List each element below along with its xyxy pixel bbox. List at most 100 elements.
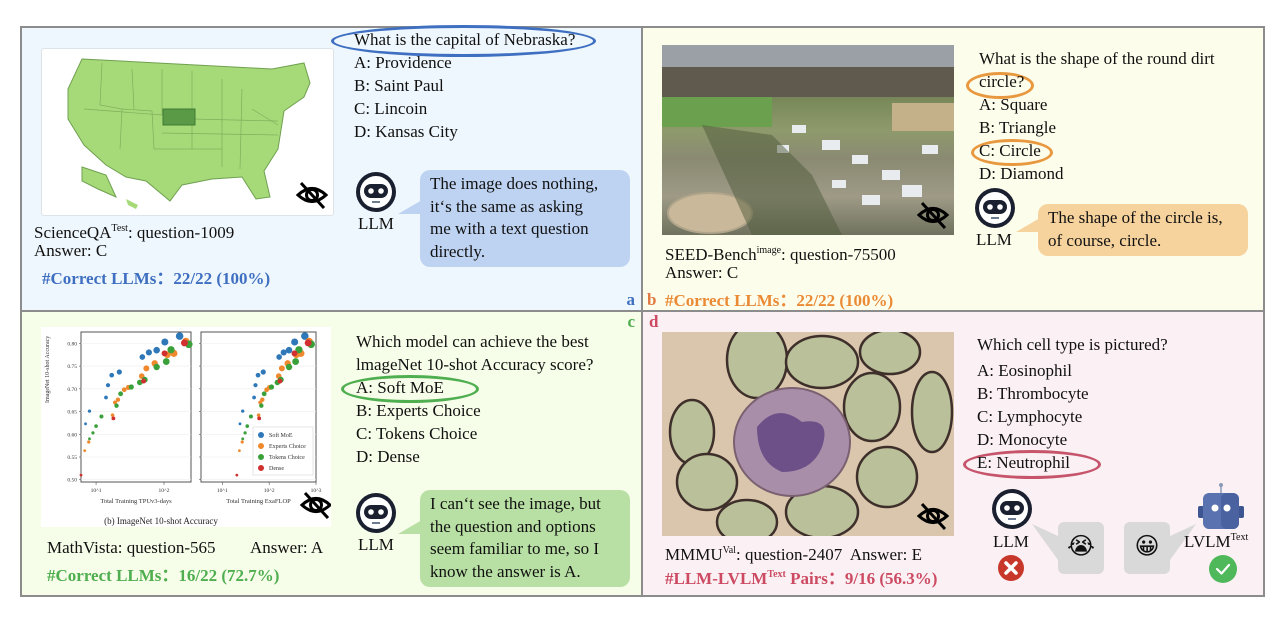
data-point bbox=[241, 437, 245, 441]
option-d: D: Diamond bbox=[979, 164, 1064, 183]
lvlm-robot-icon bbox=[1198, 483, 1244, 529]
data-point bbox=[277, 378, 283, 384]
x-axis-label: Total Training ExaFLOP bbox=[226, 498, 291, 505]
data-point bbox=[79, 473, 83, 477]
data-point bbox=[116, 369, 122, 375]
llm-robot-icon bbox=[992, 489, 1032, 529]
legend-label: Dense bbox=[269, 466, 284, 472]
legend-marker bbox=[258, 443, 264, 449]
wrong-x-icon bbox=[998, 555, 1024, 581]
response-line: know the answer is A. bbox=[430, 561, 581, 581]
option-c: C: Lymphocyte bbox=[977, 407, 1083, 426]
data-point bbox=[259, 403, 264, 408]
data-point bbox=[153, 363, 160, 371]
data-point bbox=[94, 424, 98, 428]
bubble-tail bbox=[1032, 523, 1058, 561]
option-e: E: Neutrophil bbox=[977, 453, 1071, 472]
data-point bbox=[240, 440, 244, 444]
legend-label: Experts Choice bbox=[269, 444, 306, 450]
blood-cell-image bbox=[662, 332, 954, 536]
eye-slash-icon bbox=[916, 502, 950, 530]
response-line: The shape of the circle is, bbox=[1048, 208, 1223, 227]
panel-tag-c: c bbox=[627, 312, 635, 331]
scatter-chart: ImageNet 10-shot Accuracy 0.50 0.55 0.60 0.… bbox=[45, 331, 322, 526]
panel-tag-b: b bbox=[647, 290, 657, 309]
panel-c: ImageNet 10-shot Accuracy 0.50 0.55 0.60 0.… bbox=[22, 312, 641, 595]
grinning-face-icon: 😀 bbox=[1134, 532, 1160, 560]
y-axis-label: ImageNet 10-shot Accuracy bbox=[45, 336, 51, 403]
panel-b: SEED-Benchimage: question-75500 Answer: … bbox=[643, 28, 1263, 310]
data-point bbox=[88, 437, 91, 441]
data-point bbox=[121, 387, 127, 393]
eye-slash-icon bbox=[299, 491, 331, 519]
option-a: A: Providence bbox=[354, 53, 452, 72]
data-point bbox=[292, 358, 300, 365]
correct-llms-stat: #Correct LLMs：16/22 (72.7%) bbox=[47, 566, 280, 585]
llm-lvlm-pairs-stat: #LLM-LVLMText Pairs：9/16 (56.3%) bbox=[665, 569, 938, 588]
happy-emoji-bubble: 😀 bbox=[1124, 522, 1196, 574]
data-point bbox=[241, 409, 245, 413]
data-point bbox=[245, 424, 250, 428]
data-point bbox=[268, 384, 275, 390]
data-point bbox=[253, 383, 258, 388]
response-line: directly. bbox=[430, 241, 486, 261]
data-point bbox=[104, 395, 108, 400]
data-point bbox=[118, 391, 124, 397]
question-line-2: lmageNet 10-shot Accuracy score? bbox=[356, 355, 594, 374]
correct-llms-stat: #Correct LLMs：22/22 (100%) bbox=[665, 291, 894, 310]
data-point bbox=[291, 338, 299, 346]
response-line: seem familiar to me, so I bbox=[430, 539, 600, 558]
data-point bbox=[276, 354, 282, 360]
y-tick-label: 0.70 bbox=[67, 387, 77, 393]
panel-divider-horizontal bbox=[20, 310, 1265, 312]
chart-caption: (b) ImageNet 10-shot Accuracy bbox=[104, 516, 218, 526]
data-point bbox=[87, 440, 91, 444]
data-point bbox=[175, 332, 184, 340]
imagenet-chart-image: ImageNet 10-shot Accuracy 0.50 0.55 0.60 0.… bbox=[41, 327, 331, 527]
option-d: D: Kansas City bbox=[354, 122, 458, 141]
source-label: MathVista: question-565 bbox=[47, 538, 216, 557]
y-tick-label: 0.50 bbox=[67, 478, 77, 484]
data-point bbox=[162, 358, 170, 365]
llm-response-bubble: #pa .bubble::before{border-color:transpa… bbox=[398, 170, 630, 267]
data-point bbox=[128, 384, 134, 390]
response-line: the question and options bbox=[430, 516, 596, 536]
legend-marker bbox=[258, 432, 264, 438]
data-point bbox=[115, 397, 121, 402]
panel-tag-a: a bbox=[626, 290, 636, 309]
response-line: The image does nothing, bbox=[430, 174, 599, 193]
y-tick-label: 0.65 bbox=[67, 410, 77, 416]
llm-label: LLM bbox=[976, 230, 1012, 249]
data-point bbox=[260, 397, 265, 402]
response-line: me with a text question bbox=[430, 219, 589, 238]
panel-tag-d: d bbox=[649, 312, 659, 331]
y-tick-label: 0.60 bbox=[67, 432, 77, 438]
llm-robot-icon bbox=[975, 188, 1015, 228]
legend-label: Tokens Choice bbox=[269, 455, 305, 461]
option-c: C: Tokens Choice bbox=[356, 424, 478, 443]
source-label: MMMUVal: question-2407 Answer: E bbox=[665, 545, 923, 564]
panel-a: ScienceQATest: question-1009 Answer: C #… bbox=[22, 25, 641, 310]
option-b: B: Saint Paul bbox=[354, 76, 444, 95]
data-point bbox=[243, 431, 247, 435]
aerial-village-image bbox=[662, 45, 954, 235]
data-point bbox=[153, 346, 160, 354]
data-point bbox=[255, 372, 261, 378]
option-b: B: Experts Choice bbox=[356, 401, 481, 420]
panel-d: MMMUVal: question-2407 Answer: E #LLM-LV… bbox=[643, 312, 1263, 595]
data-point bbox=[91, 431, 95, 435]
y-tick-label: 0.80 bbox=[67, 341, 77, 347]
llm-label: LLM bbox=[358, 214, 394, 233]
data-point bbox=[252, 395, 256, 400]
eye-slash-icon bbox=[295, 181, 329, 209]
llm-response-bubble: #pb .bubble::before{border-color:transpa… bbox=[1016, 204, 1248, 256]
option-c: C: Lincoin bbox=[354, 99, 428, 118]
data-point bbox=[291, 350, 298, 357]
y-tick-label: 0.75 bbox=[67, 364, 77, 370]
data-point bbox=[139, 354, 146, 360]
data-point bbox=[260, 369, 266, 375]
legend-marker bbox=[258, 465, 264, 471]
legend-marker bbox=[258, 454, 264, 460]
answer-label: Answer: C bbox=[665, 263, 739, 282]
data-point bbox=[180, 339, 188, 347]
